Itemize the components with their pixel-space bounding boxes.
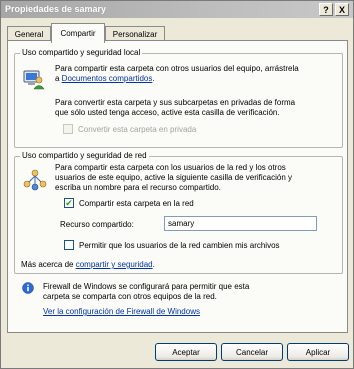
local-text-line1: Para compartir esta carpeta con otros us…: [55, 64, 299, 73]
more-info-prefix: Más acerca de: [21, 260, 76, 269]
tab-compartir[interactable]: Compartir: [51, 23, 105, 43]
title-bar[interactable]: Propiedades de samary ? X: [1, 1, 353, 18]
share-on-network-label: Compartir esta carpeta en la red: [79, 199, 194, 208]
window-title: Propiedades de samary: [5, 4, 107, 14]
cancel-button[interactable]: Cancelar: [221, 343, 283, 361]
close-button[interactable]: X: [335, 3, 349, 16]
firewall-text-line2: carpeta se comparta con otros equipos de…: [43, 292, 217, 301]
firewall-settings-link[interactable]: Ver la configuración de Firewall de Wind…: [43, 307, 200, 317]
private-text-line2: que sólo usted tenga acceso, active esta…: [55, 108, 280, 117]
apply-button[interactable]: Aplicar: [287, 343, 349, 361]
network-sharing-group: Uso compartido y seguridad de red Para c…: [14, 151, 343, 274]
more-info-suffix: .: [152, 260, 155, 269]
network-text-line3: escriba un nombre para el recurso compar…: [55, 183, 221, 192]
local-sharing-group: Uso compartido y seguridad local Para co…: [14, 48, 343, 148]
network-text-line1: Para compartir esta carpeta con los usua…: [55, 163, 286, 172]
help-button[interactable]: ?: [319, 3, 333, 16]
ok-button[interactable]: Aceptar: [155, 343, 217, 361]
firewall-text-line1: Firewall de Windows se configurará para …: [43, 282, 250, 291]
make-private-label: Convertir esta carpeta en privada: [78, 125, 197, 134]
allow-change-checkbox[interactable]: [64, 240, 74, 250]
local-text-line2: a Documentos compartidos.: [55, 74, 155, 84]
local-text-line2-prefix: a: [55, 74, 62, 83]
local-sharing-legend: Uso compartido y seguridad local: [20, 48, 143, 57]
network-text-line2: usuarios de este equipo, active la sigui…: [55, 173, 293, 182]
share-name-input[interactable]: samary: [164, 216, 317, 231]
share-name-label: Recurso compartido:: [60, 220, 134, 229]
allow-change-label: Permitir que los usuarios de la red camb…: [79, 241, 280, 250]
local-text-line2-suffix: .: [152, 74, 155, 83]
make-private-checkbox[interactable]: [63, 124, 73, 134]
more-info-text: Más acerca de compartir y seguridad.: [21, 260, 155, 270]
network-sharing-legend: Uso compartido y seguridad de red: [20, 151, 149, 160]
private-text-line1: Para convertir esta carpeta y sus subcar…: [55, 98, 296, 107]
computer-users-icon: [23, 70, 45, 90]
share-on-network-checkbox[interactable]: ✔: [64, 198, 74, 208]
sharing-security-link[interactable]: compartir y seguridad: [76, 260, 153, 269]
tab-panel-compartir: Uso compartido y seguridad local Para co…: [7, 40, 348, 333]
properties-dialog: Propiedades de samary ? X General Compar…: [0, 0, 354, 369]
shared-documents-link[interactable]: Documentos compartidos: [62, 74, 153, 83]
info-icon: [22, 282, 34, 294]
network-users-icon: [23, 169, 47, 191]
